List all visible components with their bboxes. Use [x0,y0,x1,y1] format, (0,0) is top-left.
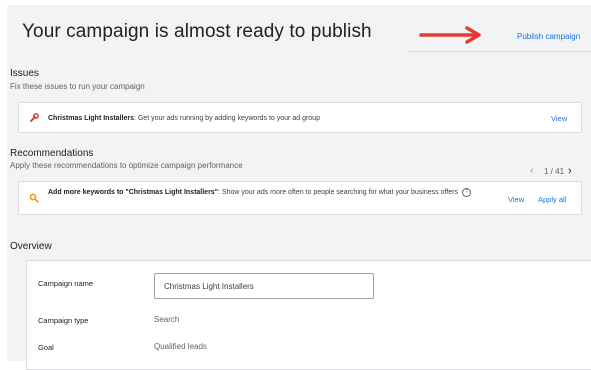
overview-heading: Overview [10,241,52,252]
campaign-type-label: Campaign type [38,316,89,325]
campaign-name-label: Campaign name [38,279,94,288]
recommendations-heading: Recommendations [10,148,94,159]
issues-heading: Issues [10,68,39,79]
red-arrow-annotation [419,26,481,44]
pager-count: 1 / 41 [544,167,565,176]
issue-message: Christmas Light Installers: Get your ads… [48,113,468,124]
search-icon [29,193,39,203]
publish-campaign-link[interactable]: Publish campaign [517,32,580,41]
overview-card: Campaign name Campaign type Search Goal … [26,260,591,370]
campaign-type-value: Search [154,315,180,324]
issue-view-button[interactable]: View [551,114,567,123]
wrench-icon [30,113,39,122]
divider [408,51,591,52]
recommendation-title: Add more keywords to "Christmas Light In… [48,189,219,196]
recommendation-message: Add more keywords to "Christmas Light In… [48,187,488,198]
issue-title: Christmas Light Installers [48,115,134,122]
apply-all-button[interactable]: Apply all [538,195,566,204]
pager-prev-icon[interactable]: ‹ [530,165,534,177]
page-title: Your campaign is almost ready to publish [22,21,372,42]
issue-card: Christmas Light Installers: Get your ads… [18,102,582,133]
campaign-name-input[interactable] [154,273,374,299]
issue-text: : Get your ads running by adding keyword… [133,115,320,122]
pager-next-icon[interactable]: › [568,165,572,177]
recommendation-view-button[interactable]: View [508,195,524,204]
recommendation-card: Add more keywords to "Christmas Light In… [18,181,582,215]
help-icon[interactable]: ? [461,187,471,197]
goal-label: Goal [38,343,54,352]
issues-subheading: Fix these issues to run your campaign [10,82,145,91]
recommendations-subheading: Apply these recommendations to optimize … [10,161,243,170]
recommendation-text: : Show your ads more often to people sea… [218,189,458,196]
goal-value: Qualified leads [154,342,207,351]
